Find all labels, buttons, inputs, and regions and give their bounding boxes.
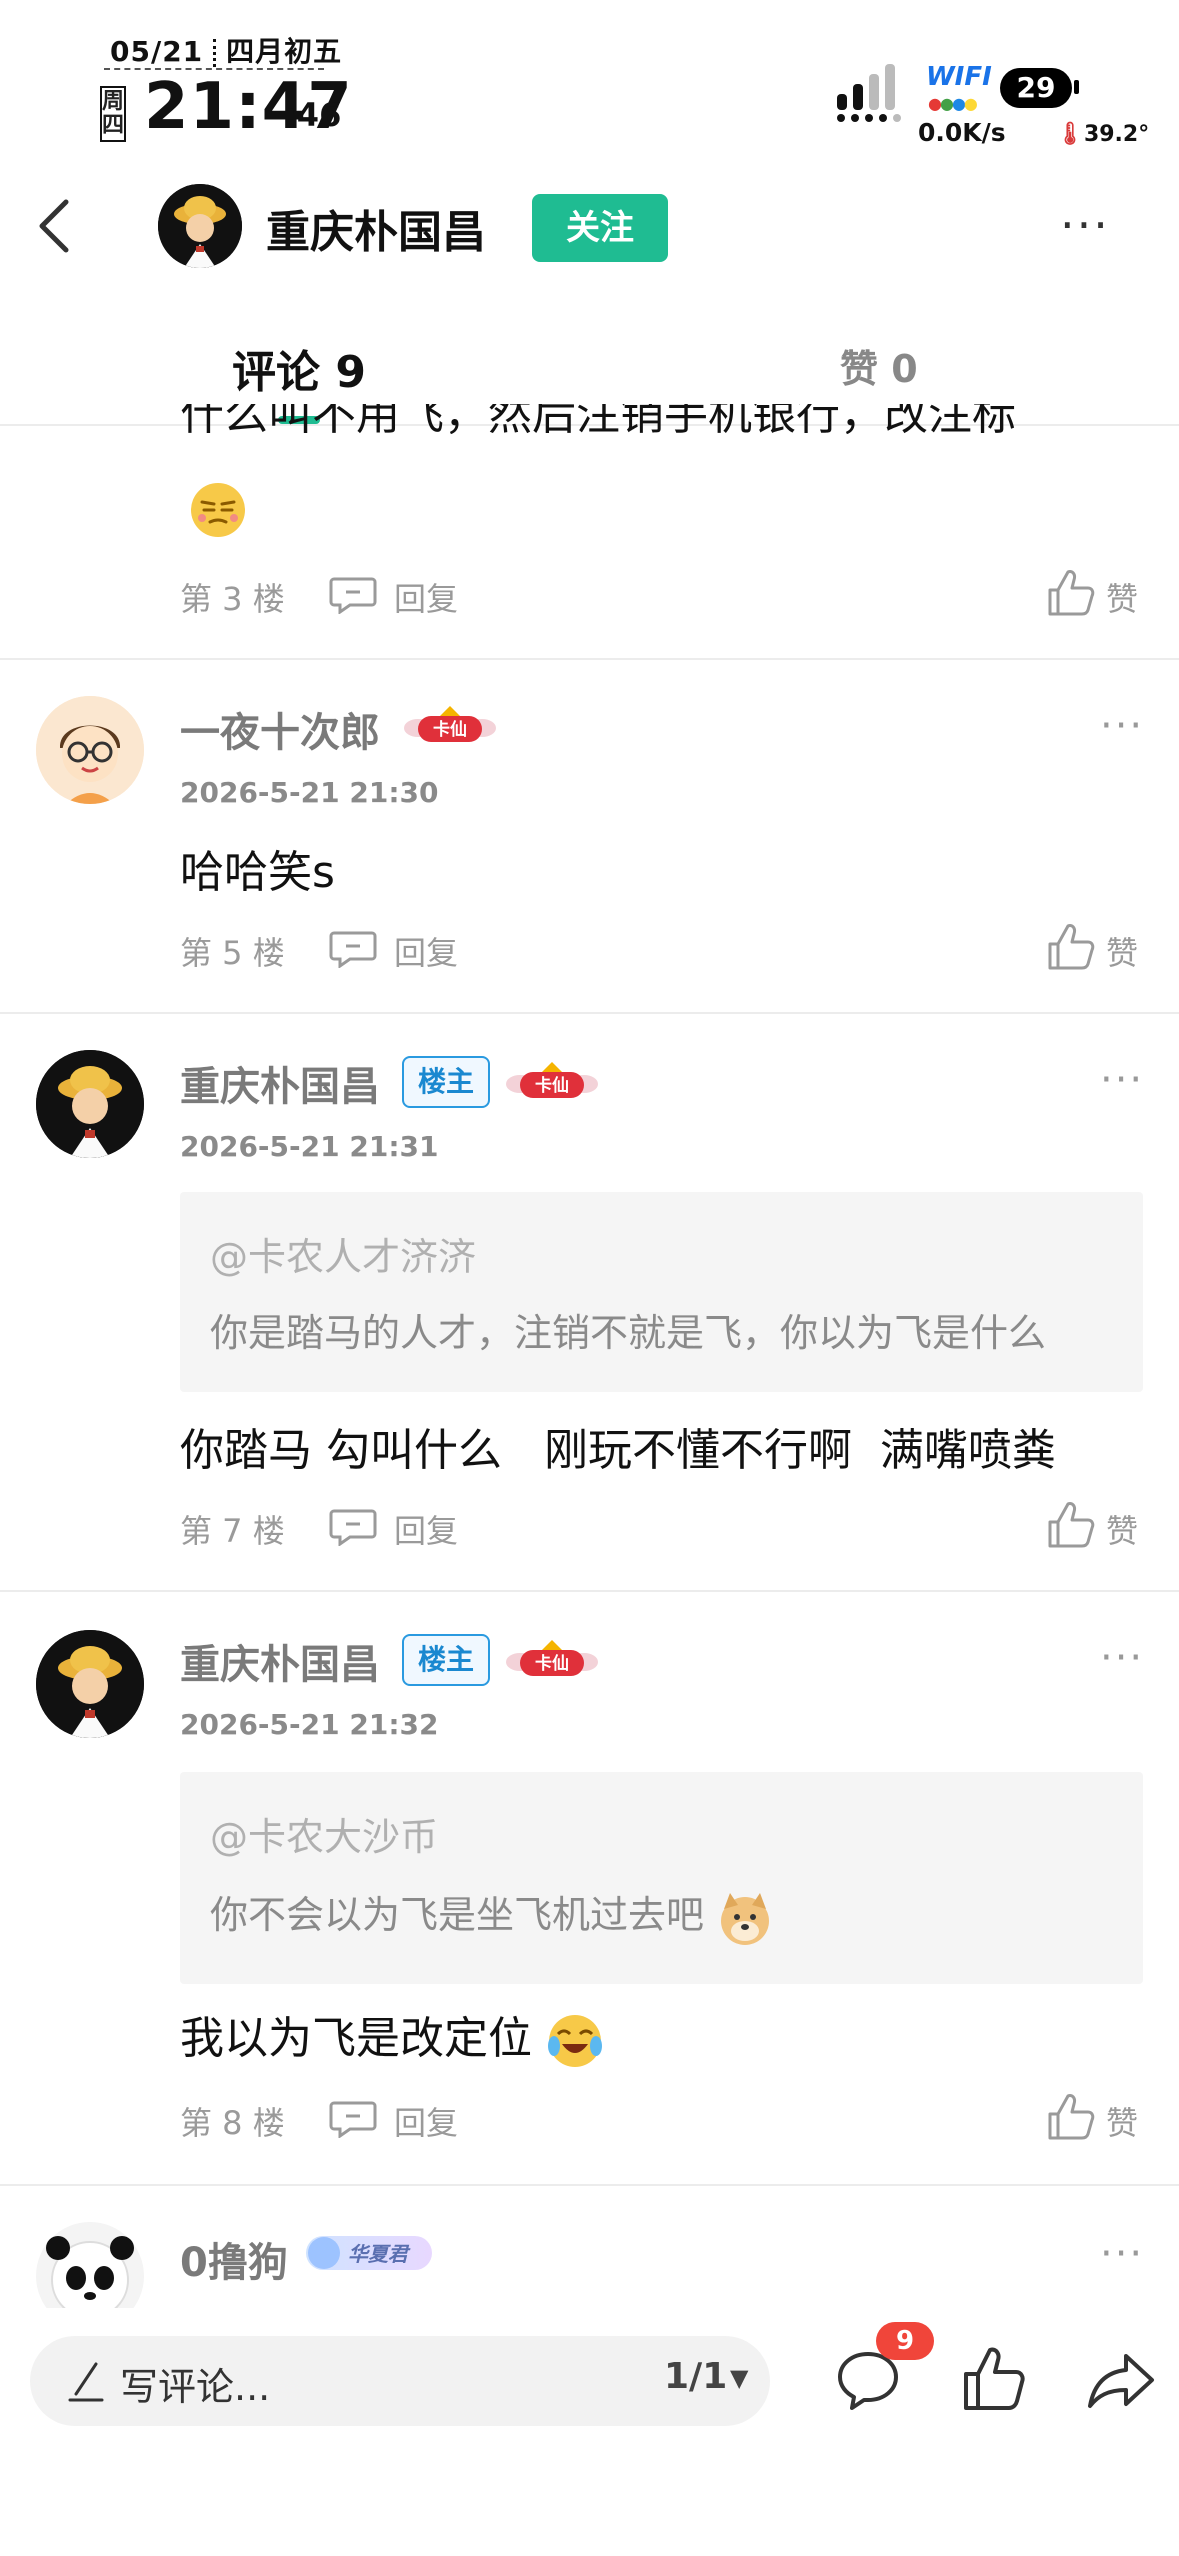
comment-time: 2026-5-21 21:32 xyxy=(180,1708,439,1741)
page-indicator[interactable]: 1/1 xyxy=(664,2356,727,2397)
avatar[interactable] xyxy=(36,2222,144,2308)
like-icon[interactable] xyxy=(1046,1500,1096,1550)
laugh-cry-emoji-icon xyxy=(548,2015,602,2067)
quote-user: @卡农大沙币 xyxy=(210,1815,439,1859)
wifi-icon: ●●●● xyxy=(928,94,978,113)
like-icon[interactable] xyxy=(1046,922,1096,972)
status-weekday: 周四 xyxy=(100,86,126,142)
comment-content: 你踏马 勾叫什么 刚玩不懂不行啊 满嘴喷粪 xyxy=(180,1425,1056,1476)
quoted-comment[interactable]: @卡农人才济济 你是踏马的人才，注销不就是飞，你以为飞是什么 xyxy=(180,1192,1143,1392)
avatar[interactable] xyxy=(36,696,144,804)
chevron-down-icon[interactable]: ▼ xyxy=(730,2364,748,2392)
avatar[interactable] xyxy=(36,1630,144,1738)
floor-number: 第 5 楼 xyxy=(180,934,285,972)
like-button[interactable]: 赞 xyxy=(1106,1506,1138,1552)
partial-comment: 什么叫不用飞，然后注销手机银行，改注标 xyxy=(180,404,1100,444)
network-speed: 0.0K/s xyxy=(918,118,1006,147)
comment-divider xyxy=(0,2184,1179,2186)
battery-icon: 29 xyxy=(1000,68,1072,108)
doge-emoji-icon xyxy=(721,1892,770,1945)
comment-count-badge: 9 xyxy=(876,2322,934,2360)
reply-icon[interactable] xyxy=(328,2100,378,2138)
floor-number: 第 8 楼 xyxy=(180,2104,285,2142)
kaxian-badge-label: 卡仙 xyxy=(535,1075,569,1096)
comment-time: 2026-5-21 21:30 xyxy=(180,776,439,809)
emoji-icon xyxy=(191,483,245,537)
comment-divider xyxy=(0,1012,1179,1014)
comment-placeholder[interactable]: 写评论... xyxy=(120,2356,270,2411)
quote-text: 你是踏马的人才，注销不就是飞，你以为飞是什么 xyxy=(210,1311,1047,1355)
author-avatar[interactable] xyxy=(158,184,242,268)
battery-tip xyxy=(1074,80,1079,94)
reply-button[interactable]: 回复 xyxy=(394,2098,458,2144)
reply-button[interactable]: 回复 xyxy=(394,574,458,620)
more-icon[interactable]: ··· xyxy=(1060,202,1110,248)
kaxian-badge-icon: 卡仙 xyxy=(404,706,496,742)
kaxian-badge-label: 卡仙 xyxy=(433,719,467,740)
owner-badge: 楼主 xyxy=(402,1056,491,1108)
username[interactable]: 一夜十次郎 xyxy=(180,700,380,758)
kaxian-badge-label: 卡仙 xyxy=(535,1653,569,1674)
more-icon[interactable]: ··· xyxy=(1100,706,1144,746)
floor-number: 第 3 楼 xyxy=(180,580,285,618)
signal-icon xyxy=(837,64,901,122)
comment-content: 我以为飞是改定位 xyxy=(180,2002,604,2070)
share-icon[interactable] xyxy=(1086,2350,1156,2410)
kaxian-badge-icon: 卡仙 xyxy=(506,1640,598,1676)
like-button[interactable]: 赞 xyxy=(1106,574,1138,620)
comment-divider xyxy=(0,1590,1179,1592)
username[interactable]: 0撸狗 xyxy=(180,2230,288,2288)
reply-button[interactable]: 回复 xyxy=(394,1506,458,1552)
status-date: 05/21 四月初五 xyxy=(110,35,343,68)
tab-comments[interactable]: 评论 9 xyxy=(232,336,366,400)
floor-number: 第 7 楼 xyxy=(180,1512,285,1550)
tab-likes[interactable]: 赞 0 xyxy=(840,338,918,393)
more-icon[interactable]: ··· xyxy=(1100,2234,1144,2274)
more-icon[interactable]: ··· xyxy=(1100,1638,1144,1678)
reply-button[interactable]: 回复 xyxy=(394,928,458,974)
like-button[interactable]: 赞 xyxy=(1106,2098,1138,2144)
follow-button[interactable]: 关注 xyxy=(532,194,668,262)
reply-icon[interactable] xyxy=(328,930,378,968)
more-icon[interactable]: ··· xyxy=(1100,1060,1144,1100)
quote-user: @卡农人才济济 xyxy=(210,1235,477,1279)
reply-icon[interactable] xyxy=(328,1508,378,1546)
back-arrow-icon[interactable] xyxy=(30,196,80,256)
comment-divider xyxy=(0,658,1179,660)
comment-content: 什么叫不用飞，然后注销手机银行，改注标 xyxy=(180,404,1016,440)
avatar[interactable] xyxy=(36,1050,144,1158)
thermometer-icon: 🌡 xyxy=(1056,122,1084,147)
username[interactable]: 重庆朴国昌 xyxy=(180,1632,380,1690)
reply-icon[interactable] xyxy=(328,576,378,614)
comment-time: 2026-5-21 21:31 xyxy=(180,1130,439,1163)
owner-badge: 楼主 xyxy=(402,1634,491,1686)
status-seconds: :46 xyxy=(284,96,342,134)
like-icon[interactable] xyxy=(962,2346,1026,2412)
huaxia-badge-label: 华夏君 xyxy=(348,2242,411,2266)
like-icon[interactable] xyxy=(1046,2092,1096,2142)
quoted-comment[interactable]: @卡农大沙币 你不会以为飞是坐飞机过去吧 xyxy=(180,1772,1143,1984)
huaxia-badge-icon: 华夏君 xyxy=(306,2236,432,2270)
kaxian-badge-icon: 卡仙 xyxy=(506,1062,598,1098)
like-icon[interactable] xyxy=(1046,568,1096,618)
like-button[interactable]: 赞 xyxy=(1106,928,1138,974)
temperature: 🌡39.2° xyxy=(1056,122,1150,147)
comment-content: 哈哈笑s xyxy=(180,847,335,898)
quote-text: 你不会以为飞是坐飞机过去吧 xyxy=(210,1884,774,1947)
wifi-label: WIFI xyxy=(926,62,992,92)
username[interactable]: 重庆朴国昌 xyxy=(180,1054,380,1112)
author-name[interactable]: 重庆朴国昌 xyxy=(266,196,486,260)
pen-icon xyxy=(68,2362,104,2402)
